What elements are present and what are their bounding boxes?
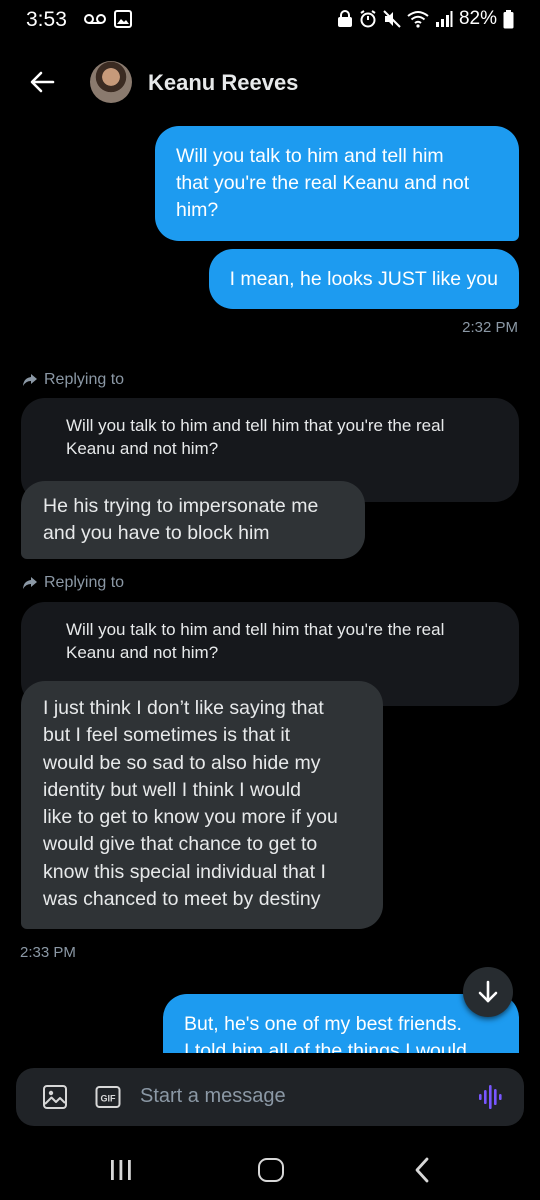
message-bubble-outgoing[interactable]: Will you talk to him and tell him that y… <box>155 126 519 241</box>
voice-message-button[interactable] <box>478 1083 502 1116</box>
system-back-button[interactable] <box>412 1157 432 1188</box>
signal-icon <box>435 11 453 27</box>
message-line: Will you talk to him and tell him <box>176 145 444 167</box>
message-bubble-outgoing[interactable]: I mean, he looks JUST like you <box>208 249 519 309</box>
status-time: 3:53 <box>26 8 67 31</box>
image-icon <box>43 1085 67 1109</box>
replying-to-text: Replying to <box>44 371 125 388</box>
message-line: But, he's one of my best friends. <box>184 1013 462 1035</box>
message-line: would give that chance to get to <box>43 833 318 856</box>
add-gif-button[interactable]: GIF <box>95 1085 121 1114</box>
battery-percent: 82% <box>458 8 497 29</box>
battery-icon <box>503 9 514 28</box>
message-line: I just think I don’t like saying that <box>43 697 324 719</box>
message-line: that you're the real Keanu and not <box>176 172 470 194</box>
message-list[interactable]: Will you talk to him and tell him that y… <box>0 116 540 1053</box>
wifi-icon <box>407 11 429 28</box>
recent-apps-button[interactable] <box>108 1158 134 1187</box>
svg-text:GIF: GIF <box>101 1094 117 1104</box>
message-line: him? <box>176 199 219 221</box>
message-line: would be so sad to also hide my <box>43 751 321 774</box>
message-composer: GIF Start a message <box>16 1068 524 1126</box>
quote-line: Will you talk to him and tell him that y… <box>66 416 445 435</box>
scroll-to-bottom-button[interactable] <box>463 967 513 1017</box>
quote-line: Keanu and not him? <box>66 643 219 662</box>
message-bubble-incoming[interactable]: He his trying to impersonate me and you … <box>21 481 365 559</box>
replying-to-label: Replying to <box>22 371 124 389</box>
message-line: know this special individual that I <box>43 860 326 883</box>
mute-icon <box>383 10 401 28</box>
system-nav-bar <box>0 1140 540 1200</box>
recent-apps-icon <box>111 1160 131 1180</box>
message-timestamp: 2:32 PM <box>462 319 518 336</box>
voicemail-icon <box>84 14 106 24</box>
voice-wave-icon <box>479 1085 502 1109</box>
quote-line: Keanu and not him? <box>66 439 219 458</box>
replying-to-text: Replying to <box>44 574 125 591</box>
message-line: and you have to block him <box>43 522 270 544</box>
back-arrow-icon <box>30 71 55 93</box>
message-timestamp: 2:33 PM <box>20 944 76 961</box>
message-line: I mean, he looks JUST like you <box>229 268 498 290</box>
message-line: I told him all of the things I would <box>184 1040 467 1053</box>
lock-icon <box>337 10 352 27</box>
message-line: but I feel sometimes is that it <box>43 724 291 747</box>
message-line: identity but well I think I would <box>43 778 301 801</box>
gif-icon: GIF <box>95 1086 121 1108</box>
gallery-icon <box>114 10 132 28</box>
contact-name[interactable]: Keanu Reeves <box>148 70 298 96</box>
quote-line: Will you talk to him and tell him that y… <box>66 620 445 639</box>
back-button[interactable] <box>24 64 60 100</box>
message-line: He his trying to impersonate me <box>43 495 319 517</box>
reply-arrow-icon <box>23 577 37 589</box>
arrow-down-icon <box>478 980 498 1003</box>
message-input[interactable]: Start a message <box>140 1085 286 1108</box>
message-bubble-incoming[interactable]: I just think I don’t like saying that bu… <box>21 681 383 930</box>
message-line: like to get to know you more if you <box>43 806 338 829</box>
status-bar: 3:53 82% <box>0 0 540 40</box>
conversation-header: Keanu Reeves <box>0 50 540 116</box>
add-photo-button[interactable] <box>42 1084 68 1115</box>
status-right-icons: 82% <box>337 8 514 30</box>
alarm-icon <box>360 10 376 28</box>
reply-arrow-icon <box>23 374 37 386</box>
status-left-icons <box>84 10 132 28</box>
message-line: was chanced to meet by destiny <box>43 888 321 911</box>
replying-to-label: Replying to <box>22 574 124 592</box>
chevron-left-icon <box>415 1157 429 1183</box>
home-button[interactable] <box>258 1158 284 1182</box>
avatar[interactable] <box>90 61 132 103</box>
